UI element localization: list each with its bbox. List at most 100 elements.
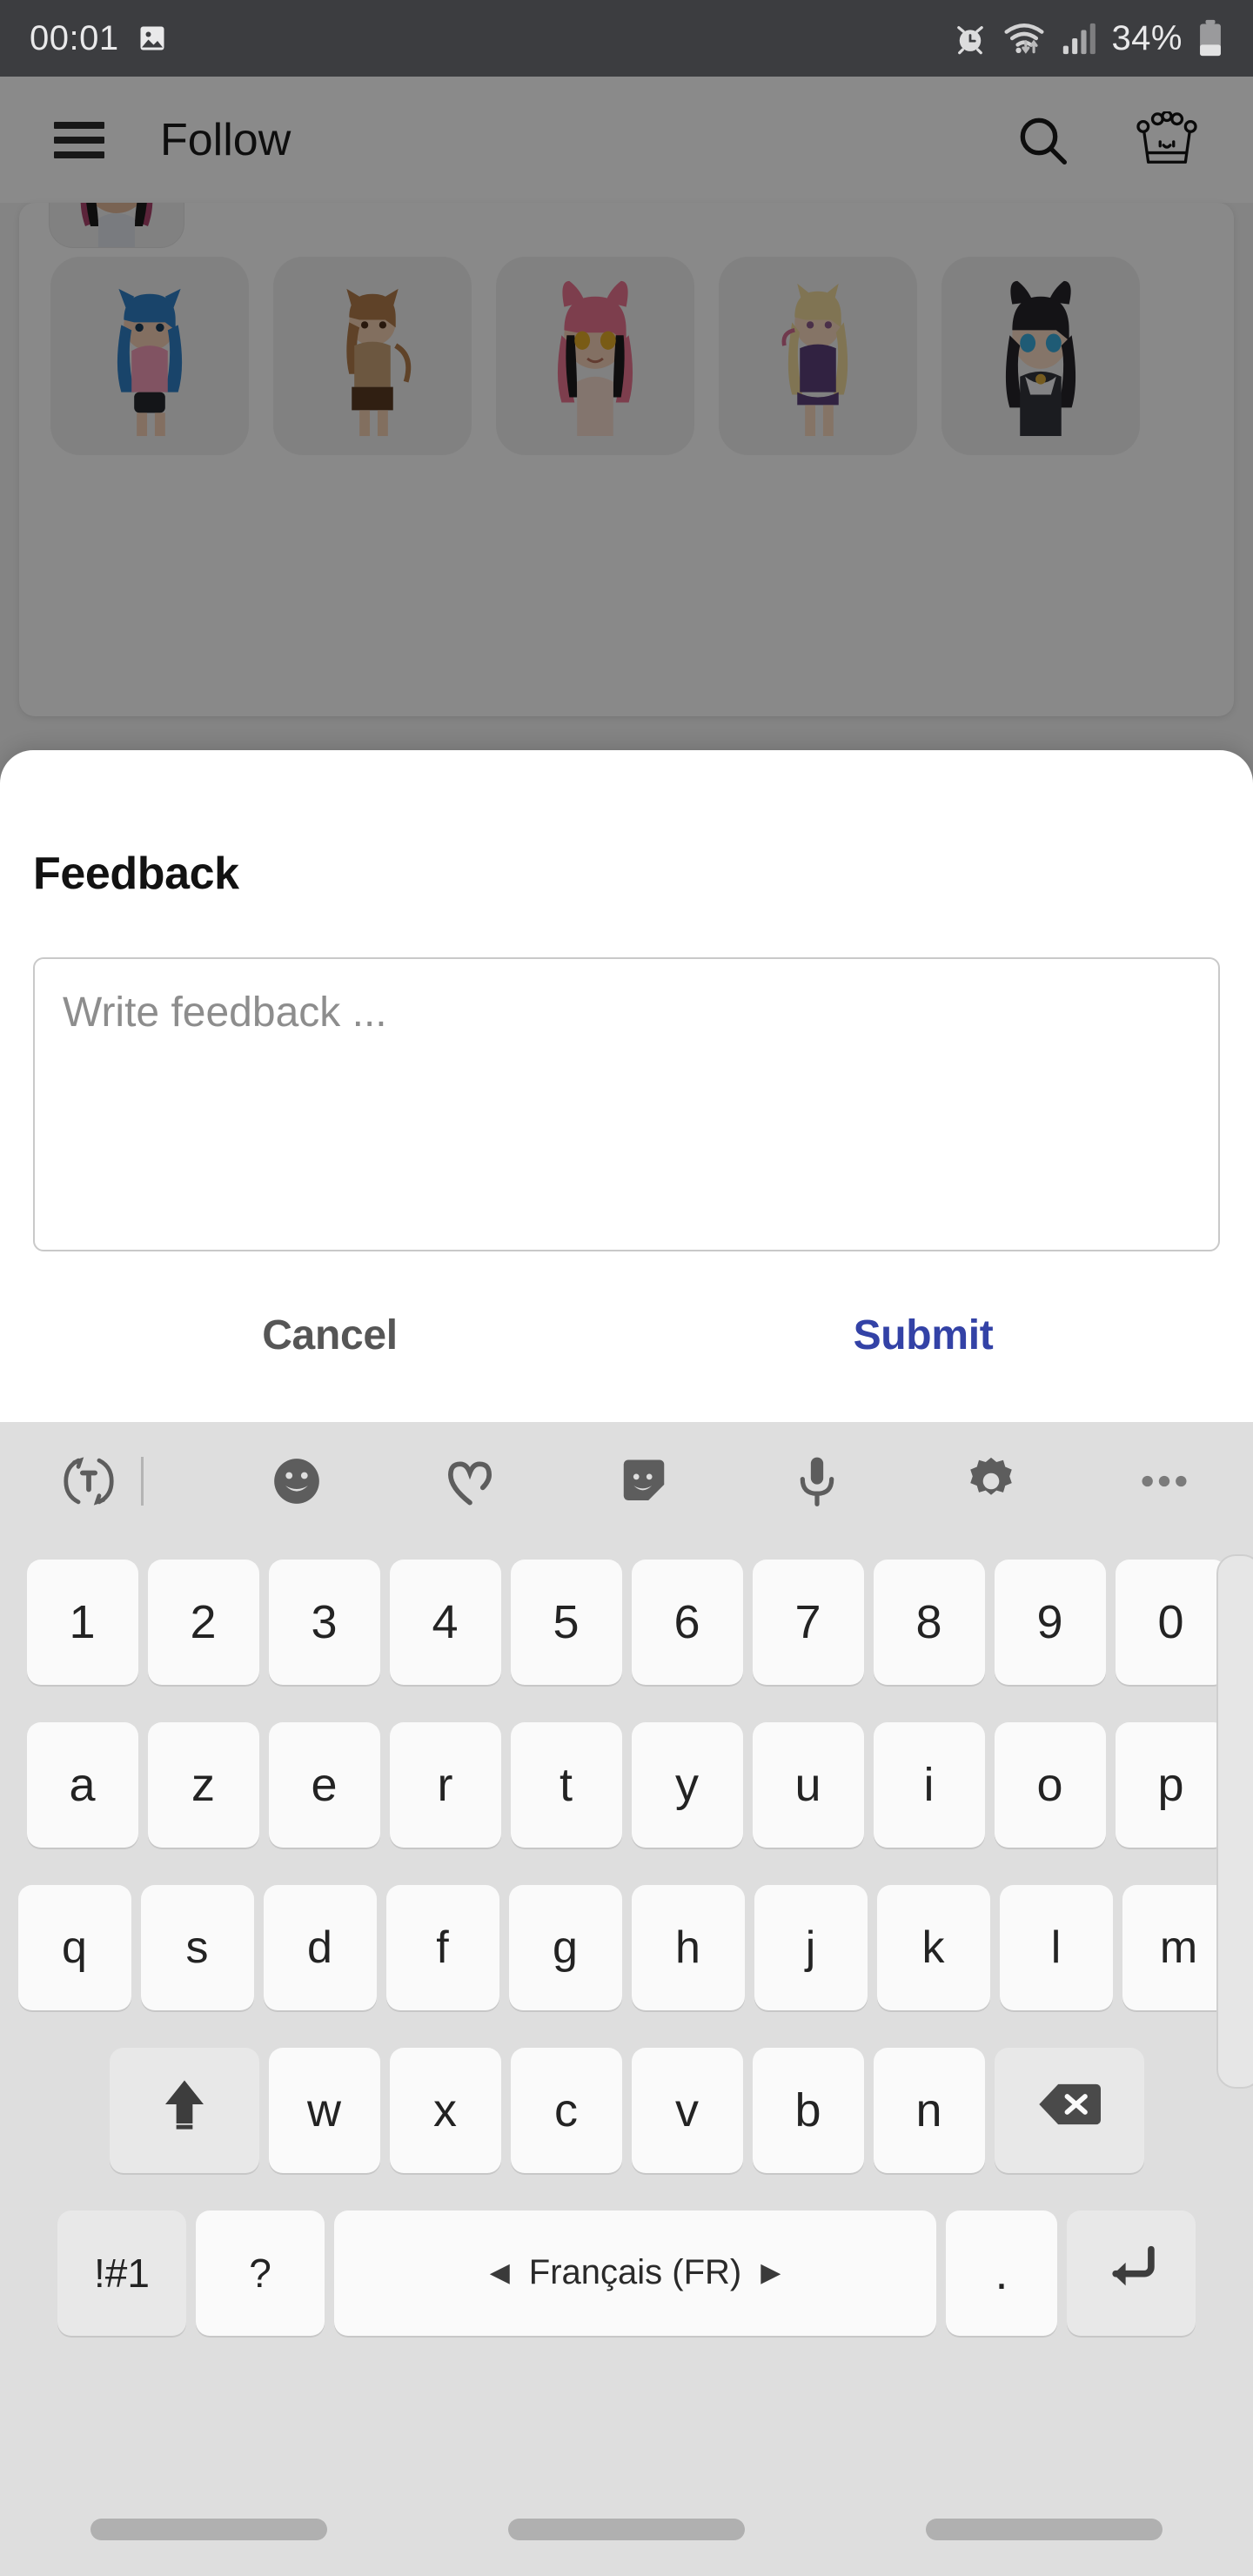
key-f[interactable]: f [385, 1884, 499, 2010]
keyboard-row-symbols: !#1 ? ◀ Français (FR) ▶ . [7, 2191, 1246, 2354]
key-c[interactable]: c [510, 2047, 622, 2173]
status-battery-label: 34% [1111, 18, 1183, 57]
sticker-item[interactable] [719, 257, 917, 455]
key-k[interactable]: k [876, 1884, 990, 2010]
keyboard-row-home: q s d f g h j k l m [7, 1866, 1246, 2029]
enter-key[interactable] [1067, 2210, 1196, 2336]
microphone-icon[interactable] [781, 1445, 854, 1518]
sticker-preview-row [19, 232, 1234, 455]
feedback-dialog: Feedback Cancel Submit [0, 750, 1253, 1422]
translate-icon[interactable] [52, 1445, 125, 1518]
sticker-pack-thumbnail [49, 203, 184, 248]
enter-return-icon [1104, 2243, 1158, 2303]
sticker-pack-header: Vilmiana [19, 203, 1234, 248]
key-q[interactable]: q [17, 1884, 131, 2010]
key-j[interactable]: j [754, 1884, 868, 2010]
keyboard-edge-handle[interactable] [1216, 1554, 1253, 2089]
key-w[interactable]: w [268, 2047, 380, 2173]
space-key[interactable]: ◀ Français (FR) ▶ [334, 2210, 936, 2336]
toolbar-divider [141, 1457, 144, 1506]
nav-pill-home[interactable] [508, 2518, 745, 2540]
key-7[interactable]: 7 [752, 1559, 864, 1685]
key-l[interactable]: l [999, 1884, 1113, 2010]
key-2[interactable]: 2 [147, 1559, 259, 1685]
keyboard-row-bottom: w x c v b n [7, 2029, 1246, 2191]
prev-language-icon[interactable]: ◀ [490, 2257, 510, 2288]
space-language-label: Français (FR) [528, 2253, 742, 2291]
search-icon[interactable] [1015, 112, 1070, 168]
backspace-icon [1038, 2081, 1101, 2139]
emoji-icon[interactable] [260, 1445, 333, 1518]
key-0[interactable]: 0 [1115, 1559, 1227, 1685]
key-z[interactable]: z [147, 1721, 259, 1848]
status-bar-right: 34% [952, 19, 1223, 58]
sticker-pack-card[interactable]: Vilmiana [19, 203, 1234, 716]
question-key[interactable]: ? [196, 2210, 325, 2336]
key-1[interactable]: 1 [26, 1559, 138, 1685]
keyboard-toolbar [0, 1422, 1253, 1540]
dialog-title: Feedback [33, 849, 239, 899]
key-6[interactable]: 6 [631, 1559, 743, 1685]
key-8[interactable]: 8 [873, 1559, 985, 1685]
heart-icon[interactable] [433, 1445, 506, 1518]
dialog-actions: Cancel Submit [33, 1289, 1220, 1382]
key-d[interactable]: d [263, 1884, 377, 2010]
key-p[interactable]: p [1115, 1721, 1227, 1848]
key-t[interactable]: t [510, 1721, 622, 1848]
nav-pill-recents[interactable] [90, 2518, 327, 2540]
key-s[interactable]: s [140, 1884, 254, 2010]
key-g[interactable]: g [508, 1884, 622, 2010]
gear-icon[interactable] [955, 1445, 1028, 1518]
key-5[interactable]: 5 [510, 1559, 622, 1685]
sticker-item[interactable] [941, 257, 1140, 455]
page-title: Follow [160, 114, 291, 165]
key-h[interactable]: h [631, 1884, 745, 2010]
status-bar: 00:01 34% [0, 0, 1253, 77]
keyboard-row-top: a z e r t y u i o p [7, 1703, 1246, 1866]
status-clock: 00:01 [30, 18, 119, 57]
status-bar-left: 00:01 [30, 19, 168, 58]
wifi-icon [1003, 20, 1045, 57]
key-4[interactable]: 4 [389, 1559, 501, 1685]
key-a[interactable]: a [26, 1721, 138, 1848]
key-r[interactable]: r [389, 1721, 501, 1848]
hamburger-menu-icon[interactable] [54, 121, 104, 158]
battery-icon [1197, 19, 1223, 57]
key-b[interactable]: b [752, 2047, 864, 2173]
key-9[interactable]: 9 [994, 1559, 1106, 1685]
shift-arrow-icon [157, 2076, 211, 2144]
sticker-item[interactable] [496, 257, 694, 455]
virtual-keyboard: 1 2 3 4 5 6 7 8 9 0 a z e r t y u i o p … [0, 1422, 1253, 2576]
key-o[interactable]: o [994, 1721, 1106, 1848]
key-n[interactable]: n [873, 2047, 985, 2173]
key-v[interactable]: v [631, 2047, 743, 2173]
key-3[interactable]: 3 [268, 1559, 380, 1685]
app-bar-actions [1015, 111, 1199, 169]
backspace-key[interactable] [994, 2047, 1144, 2173]
key-y[interactable]: y [631, 1721, 743, 1848]
phone-screen: Follow 00:01 34% Feedback Write feedback… [0, 0, 1253, 2576]
key-x[interactable]: x [389, 2047, 501, 2173]
shift-key[interactable] [109, 2047, 259, 2173]
keyboard-row-numbers: 1 2 3 4 5 6 7 8 9 0 [7, 1540, 1246, 1703]
key-u[interactable]: u [752, 1721, 864, 1848]
next-language-icon[interactable]: ▶ [761, 2257, 781, 2288]
nav-pill-back[interactable] [926, 2518, 1163, 2540]
keyboard-rows: 1 2 3 4 5 6 7 8 9 0 a z e r t y u i o p … [0, 1540, 1253, 2354]
key-i[interactable]: i [873, 1721, 985, 1848]
alarm-icon [952, 20, 988, 57]
app-bar: Follow [0, 77, 1253, 203]
submit-button[interactable]: Submit [626, 1289, 1220, 1382]
sticker-item[interactable] [50, 257, 249, 455]
period-key[interactable]: . [946, 2210, 1057, 2336]
image-icon [137, 23, 168, 54]
key-e[interactable]: e [268, 1721, 380, 1848]
symbols-key[interactable]: !#1 [57, 2210, 186, 2336]
cancel-button[interactable]: Cancel [33, 1289, 626, 1382]
feedback-input[interactable] [33, 957, 1220, 1251]
more-dots-icon[interactable] [1128, 1445, 1201, 1518]
sticker-icon[interactable] [607, 1445, 680, 1518]
sticker-item[interactable] [273, 257, 472, 455]
navigation-bar [0, 2482, 1253, 2576]
crown-icon[interactable] [1135, 111, 1199, 169]
